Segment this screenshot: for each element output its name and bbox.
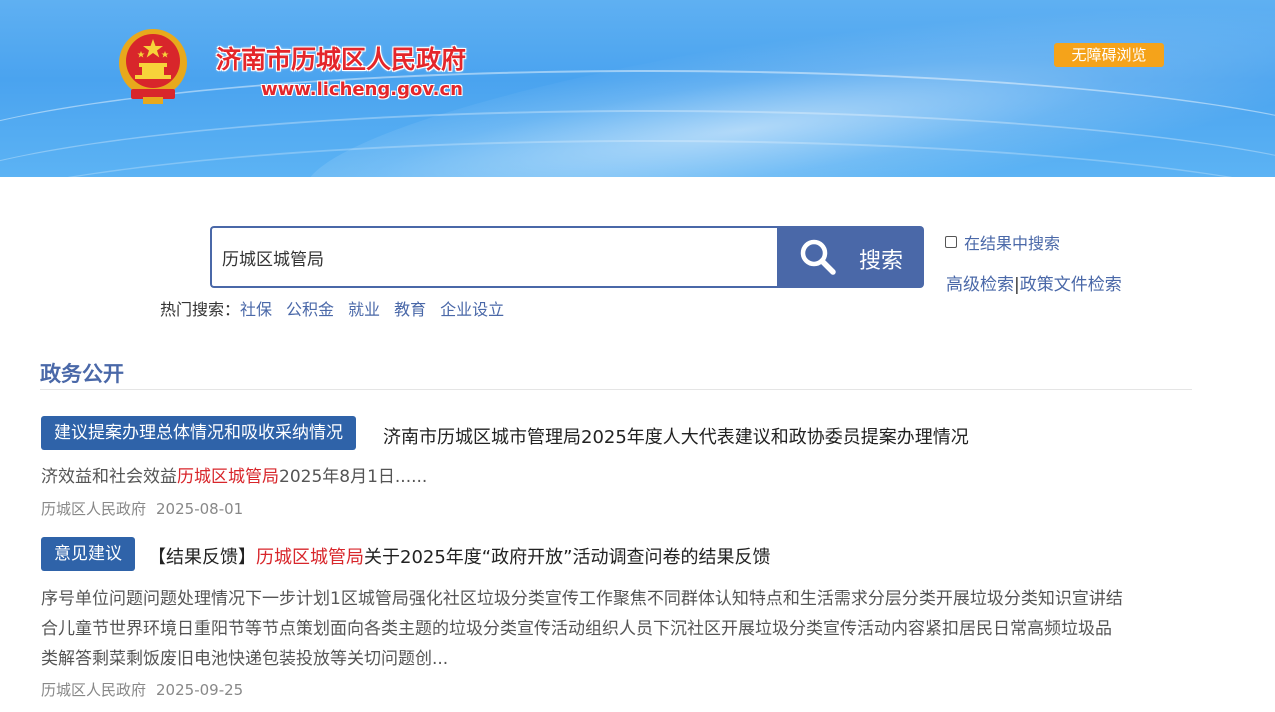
site-header: 济南市历城区人民政府 www.licheng.gov.cn 无障碍浏览 (0, 0, 1275, 177)
result-title-link[interactable]: 济南市历城区城市管理局2025年度人大代表建议和政协委员提案办理情况 (383, 423, 969, 449)
result-source: 历城区人民政府 (41, 681, 147, 699)
snippet-text: 2025年8月1日...... (279, 467, 428, 487)
accessibility-button[interactable]: 无障碍浏览 (1054, 43, 1164, 67)
search-button[interactable]: 搜索 (777, 226, 924, 288)
search-in-results[interactable]: 在结果中搜索 (945, 230, 1060, 254)
snippet-text: 济效益和社会效益 (41, 467, 177, 487)
search-input[interactable] (212, 228, 780, 286)
site-url: www.licheng.gov.cn (261, 79, 463, 100)
search-in-results-checkbox[interactable] (945, 236, 957, 248)
result-category-tag[interactable]: 建议提案办理总体情况和吸收采纳情况 (41, 416, 356, 450)
hot-term-link[interactable]: 社保 (240, 300, 272, 319)
hot-term-link[interactable]: 公积金 (286, 300, 334, 319)
result-title-link[interactable]: 【结果反馈】历城区城管局关于2025年度“政府开放”活动调查问卷的结果反馈 (148, 543, 770, 569)
snippet-line: 类解答剩菜剩饭废旧电池快递包装投放等关切问题创... (41, 649, 449, 669)
result-title-text: 济南市历城区城市管理局2025年度人大代表建议和政协委员提案办理情况 (383, 427, 969, 448)
search-box (210, 226, 780, 288)
result-source: 历城区人民政府 (41, 500, 147, 518)
search-icon (800, 239, 836, 275)
result-snippet: 序号单位问题问题处理情况下一步计划1区城管局强化社区垃圾分类宣传工作聚焦不同群体… (41, 584, 1201, 674)
site-title: 济南市历城区人民政府 (216, 45, 467, 74)
hot-term-link[interactable]: 企业设立 (440, 300, 504, 319)
snippet-line: 合儿童节世界环境日重阳节等节点策划面向各类主题的垃圾分类宣传活动组织人员下沉社区… (41, 619, 1112, 639)
result-snippet: 济效益和社会效益历城区城管局2025年8月1日...... (41, 462, 427, 492)
result-title-text: 关于2025年度“政府开放”活动调查问卷的结果反馈 (364, 547, 771, 568)
national-emblem-icon (119, 29, 187, 104)
hot-term-link[interactable]: 教育 (394, 300, 426, 319)
hot-term-link[interactable]: 就业 (348, 300, 380, 319)
snippet-highlight: 历城区城管局 (177, 467, 279, 487)
search-button-label: 搜索 (859, 249, 904, 274)
result-meta: 历城区人民政府 2025-08-01 (41, 498, 243, 519)
result-title-text: 【结果反馈】 (148, 547, 256, 568)
policy-search-link[interactable]: 政策文件检索 (1020, 275, 1122, 295)
result-meta: 历城区人民政府 2025-09-25 (41, 679, 243, 700)
result-date: 2025-08-01 (156, 500, 244, 518)
search-in-results-label: 在结果中搜索 (964, 234, 1061, 253)
hot-search-label: 热门搜索： (160, 300, 241, 319)
result-date: 2025-09-25 (156, 681, 244, 699)
hot-search: 热门搜索：社保 公积金 就业 教育 企业设立 (160, 296, 518, 320)
snippet-line: 序号单位问题问题处理情况下一步计划1区城管局强化社区垃圾分类宣传工作聚焦不同群体… (41, 589, 1123, 609)
advanced-search-link[interactable]: 高级检索 (946, 275, 1014, 295)
section-divider (40, 389, 1192, 390)
result-title-highlight: 历城区城管局 (256, 547, 364, 568)
section-title: 政务公开 (40, 362, 124, 386)
advanced-links: 高级检索|政策文件检索 (946, 270, 1122, 295)
result-category-tag[interactable]: 意见建议 (41, 537, 135, 571)
